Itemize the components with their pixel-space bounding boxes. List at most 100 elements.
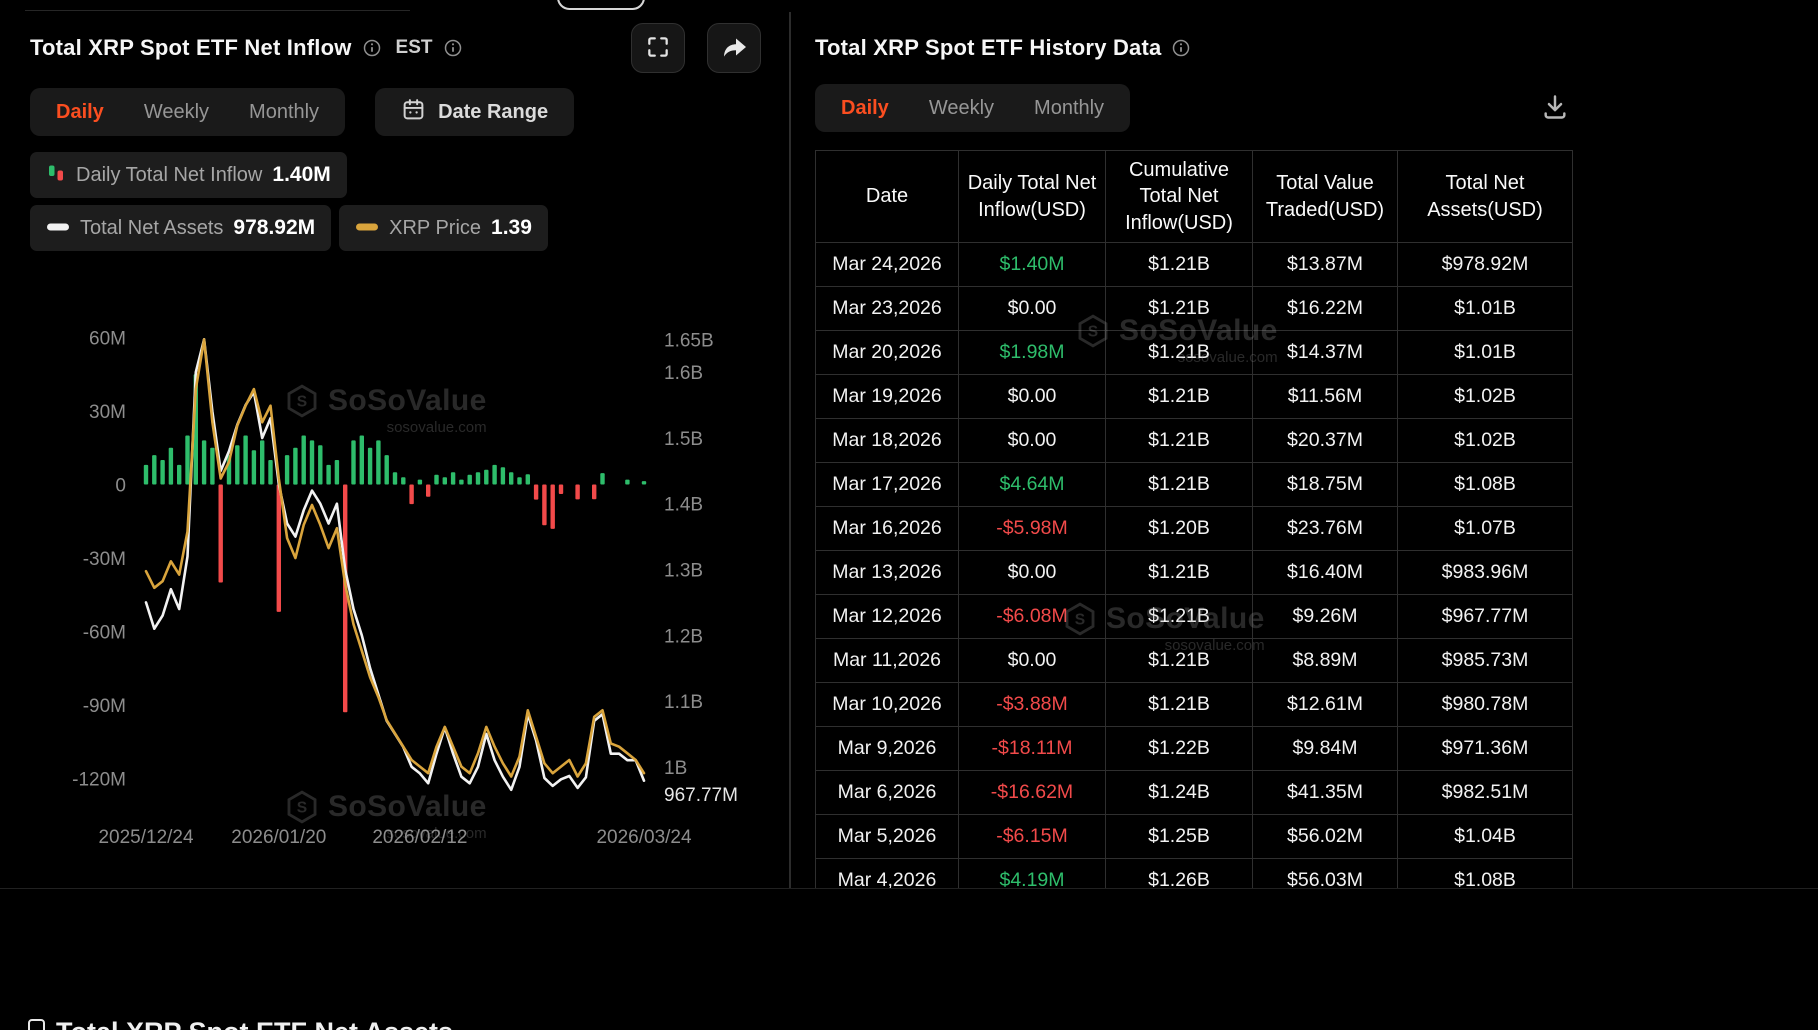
download-icon [1541,93,1569,124]
legend-xrp-price[interactable]: XRP Price 1.39 [339,205,548,251]
clipped-section-icon [28,1019,45,1030]
assets-cell: $1.01B [1397,330,1573,376]
history-data-panel: Total XRP Spot ETF History Data Daily We… [791,12,1818,888]
inflow-cell: $0.00 [958,638,1106,684]
fullscreen-button[interactable] [631,23,685,73]
tab-weekly[interactable]: Weekly [124,88,229,136]
table-row[interactable]: Mar 5,2026 -$6.15M $1.25B $56.02M $1.04B [815,814,1573,860]
cumulative-cell: $1.24B [1105,770,1253,816]
bar-pair-icon [46,163,66,188]
traded-cell: $9.26M [1252,594,1398,640]
inflow-cell: -$6.15M [958,814,1106,860]
date-cell: Mar 4,2026 [815,858,959,888]
cumulative-cell: $1.21B [1105,594,1253,640]
date-cell: Mar 20,2026 [815,330,959,376]
table-row[interactable]: Mar 12,2026 -$6.08M $1.21B $9.26M $967.77M [815,594,1573,640]
clipped-section-title: Total XRP Spot ETF Net Assets [56,1017,453,1030]
svg-text:0: 0 [115,476,126,497]
share-icon [721,34,747,63]
col-net-assets: Total Net Assets(USD) [1397,149,1573,244]
table-row[interactable]: Mar 6,2026 -$16.62M $1.24B $41.35M $982.51M [815,770,1573,816]
col-date: Date [815,149,959,244]
info-icon[interactable] [443,38,463,58]
table-row[interactable]: Mar 19,2026 $0.00 $1.21B $11.56M $1.02B [815,374,1573,420]
info-icon[interactable] [1171,38,1191,58]
history-table: Date Daily Total Net Inflow(USD) Cumulat… [815,149,1573,888]
chart-title: Total XRP Spot ETF Net Inflow [30,35,352,60]
next-section-clipped: Total XRP Spot ETF Net Assets [0,888,1818,1030]
inflow-cell: $1.98M [958,330,1106,376]
chart-period-tabs: Daily Weekly Monthly [30,88,346,136]
table-row[interactable]: Mar 10,2026 -$3.88M $1.21B $12.61M $980.78M [815,682,1573,728]
gold-dash-icon [355,219,379,237]
date-cell: Mar 10,2026 [815,682,959,728]
tab-daily[interactable]: Daily [36,88,124,136]
top-divider-line [25,10,410,11]
table-row[interactable]: Mar 23,2026 $0.00 $1.21B $16.22M $1.01B [815,286,1573,332]
table-row[interactable]: Mar 11,2026 $0.00 $1.21B $8.89M $985.73M [815,638,1573,684]
tab-monthly[interactable]: Monthly [1014,84,1124,132]
inflow-cell: -$16.62M [958,770,1106,816]
assets-cell: $983.96M [1397,550,1573,596]
traded-cell: $11.56M [1252,374,1398,420]
table-row[interactable]: Mar 4,2026 $4.19M $1.26B $56.03M $1.08B [815,858,1573,888]
download-button[interactable] [1538,91,1572,125]
assets-cell: $1.02B [1397,374,1573,420]
cumulative-cell: $1.21B [1105,286,1253,332]
white-dash-icon [46,219,70,237]
table-row[interactable]: Mar 18,2026 $0.00 $1.21B $20.37M $1.02B [815,418,1573,464]
table-row[interactable]: Mar 17,2026 $4.64M $1.21B $18.75M $1.08B [815,462,1573,508]
cumulative-cell: $1.21B [1105,374,1253,420]
legend-label: Total Net Assets [80,216,224,239]
inflow-cell: $0.00 [958,418,1106,464]
cumulative-cell: $1.21B [1105,330,1253,376]
assets-cell: $971.36M [1397,726,1573,772]
inflow-cell: $0.00 [958,550,1106,596]
table-row[interactable]: Mar 20,2026 $1.98M $1.21B $14.37M $1.01B [815,330,1573,376]
legend-value: 1.40M [272,163,331,186]
share-button[interactable] [707,23,761,73]
traded-cell: $16.22M [1252,286,1398,332]
legend-daily-net-inflow[interactable]: Daily Total Net Inflow 1.40M [30,152,347,198]
tab-daily[interactable]: Daily [821,84,909,132]
svg-text:-90M: -90M [83,696,126,717]
fullscreen-icon [645,34,671,63]
svg-text:-30M: -30M [83,549,126,570]
table-controls: Daily Weekly Monthly [815,84,1572,132]
traded-cell: $12.61M [1252,682,1398,728]
assets-cell: $1.07B [1397,506,1573,552]
cumulative-cell: $1.21B [1105,462,1253,508]
traded-cell: $16.40M [1252,550,1398,596]
svg-text:1.3B: 1.3B [664,561,703,582]
tab-weekly[interactable]: Weekly [909,84,1014,132]
col-cumulative-inflow: Cumulative Total Net Inflow(USD) [1105,149,1253,244]
legend-total-net-assets[interactable]: Total Net Assets 978.92M [30,205,332,251]
date-range-button[interactable]: Date Range [375,88,575,136]
table-period-tabs: Daily Weekly Monthly [815,84,1131,132]
date-cell: Mar 23,2026 [815,286,959,332]
table-row[interactable]: Mar 24,2026 $1.40M $1.21B $13.87M $978.92M [815,242,1573,288]
tab-monthly[interactable]: Monthly [229,88,339,136]
cumulative-cell: $1.21B [1105,242,1253,288]
calendar-icon [401,97,426,128]
date-range-label: Date Range [438,100,549,123]
info-icon[interactable] [362,38,382,58]
traded-cell: $14.37M [1252,330,1398,376]
svg-text:1B: 1B [664,758,687,779]
traded-cell: $18.75M [1252,462,1398,508]
svg-text:2026/03/24: 2026/03/24 [596,827,692,848]
chart-controls: Daily Weekly Monthly Date Range [30,88,761,136]
table-row[interactable]: Mar 16,2026 -$5.98M $1.20B $23.76M $1.07B [815,506,1573,552]
inflow-chart-area[interactable]: 60M 30M 0 -30M -60M -90M -120M 1.65B 1.6B 1.5B 1.4… [30,295,760,865]
assets-cell: $1.08B [1397,858,1573,888]
traded-cell: $13.87M [1252,242,1398,288]
svg-text:1.1B: 1.1B [664,692,703,713]
table-title: Total XRP Spot ETF History Data [815,35,1162,60]
traded-cell: $56.02M [1252,814,1398,860]
assets-cell: $1.02B [1397,418,1573,464]
date-cell: Mar 16,2026 [815,506,959,552]
inflow-chart[interactable]: 60M 30M 0 -30M -60M -90M -120M 1.65B 1.6B 1.5B 1.4… [30,295,760,865]
table-row[interactable]: Mar 13,2026 $0.00 $1.21B $16.40M $983.96M [815,550,1573,596]
table-header-row: Date Daily Total Net Inflow(USD) Cumulat… [815,149,1573,244]
table-row[interactable]: Mar 9,2026 -$18.11M $1.22B $9.84M $971.36M [815,726,1573,772]
